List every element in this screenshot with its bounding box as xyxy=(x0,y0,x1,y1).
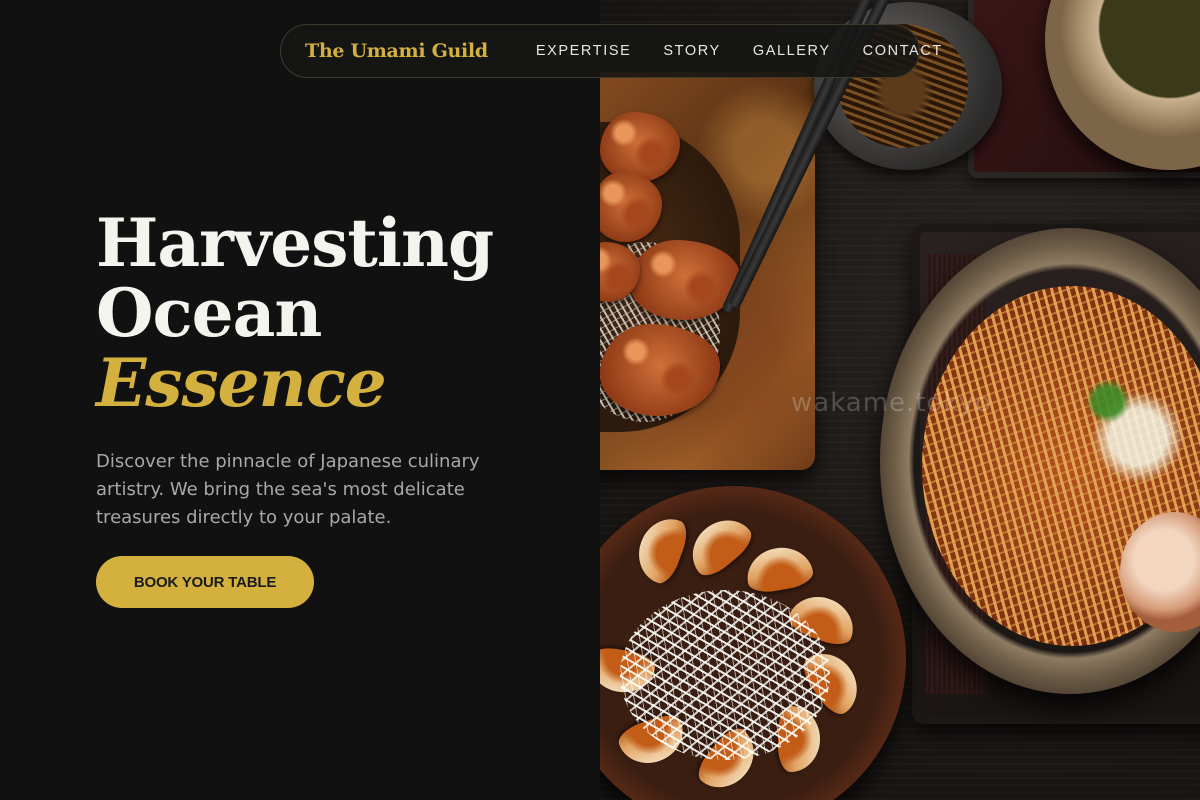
nav-link-gallery[interactable]: GALLERY xyxy=(753,43,831,59)
hero-food-photo: wakame.tokyo xyxy=(600,0,1200,800)
karaage-plate xyxy=(600,72,815,470)
nav-link-expertise[interactable]: EXPERTISE xyxy=(536,43,632,59)
hero-title-line1: Harvesting xyxy=(96,204,494,282)
fried-chicken-piece xyxy=(600,172,662,242)
bean-sprouts xyxy=(620,590,830,760)
nav-links: EXPERTISE STORY GALLERY CONTACT xyxy=(536,43,943,59)
hero-title: Harvesting Ocean Essence xyxy=(96,208,494,422)
nav-link-story[interactable]: STORY xyxy=(663,43,720,59)
photo-watermark: wakame.tokyo xyxy=(791,388,992,418)
book-table-button[interactable]: BOOK YOUR TABLE xyxy=(96,556,314,608)
fried-chicken-piece xyxy=(600,112,680,182)
fried-chicken-piece xyxy=(600,324,720,416)
hero-description: Discover the pinnacle of Japanese culina… xyxy=(96,451,480,528)
hero-title-line2: Ocean xyxy=(96,274,322,352)
hero-title-accent: Essence xyxy=(96,344,387,422)
nav-link-contact[interactable]: CONTACT xyxy=(863,43,943,59)
top-navigation: The Umami Guild EXPERTISE STORY GALLERY … xyxy=(280,24,941,78)
brand-logo[interactable]: The Umami Guild xyxy=(305,40,488,62)
